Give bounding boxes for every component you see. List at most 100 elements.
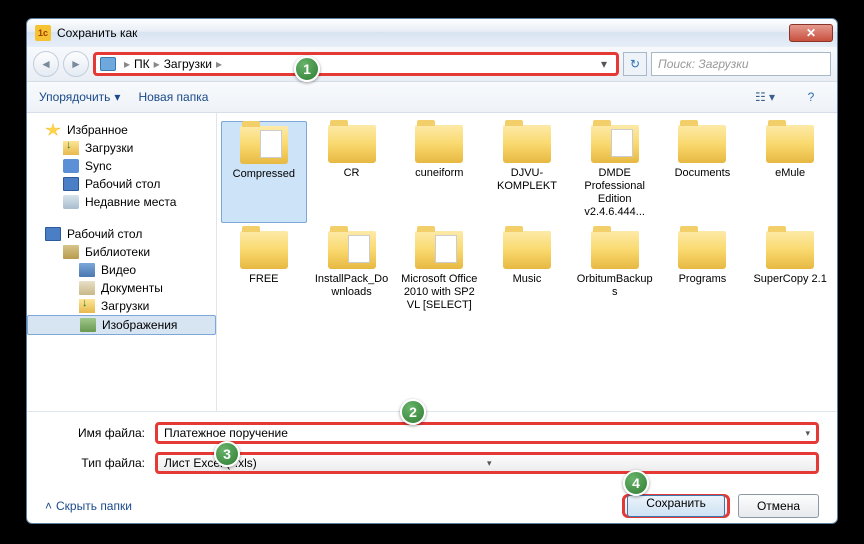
folder-label: InstallPack_Downloads bbox=[312, 273, 392, 299]
sidebar-libraries[interactable]: Библиотеки bbox=[27, 243, 216, 261]
chevron-down-icon[interactable]: ▾ bbox=[487, 458, 810, 469]
callout-1: 1 bbox=[294, 56, 320, 82]
callout-4: 4 bbox=[623, 470, 649, 496]
folder-item[interactable]: Music bbox=[484, 227, 570, 316]
folder-item[interactable]: eMule bbox=[747, 121, 833, 223]
sidebar-documents[interactable]: Документы bbox=[27, 279, 216, 297]
folder-label: Compressed bbox=[233, 168, 295, 181]
chevron-right-icon: ▸ bbox=[122, 57, 132, 71]
help-button[interactable]: ? bbox=[797, 86, 825, 108]
sidebar-images[interactable]: Изображения bbox=[27, 315, 216, 335]
document-icon bbox=[79, 281, 95, 295]
folder-label: Documents bbox=[675, 167, 731, 180]
filename-input[interactable]: ▾ bbox=[155, 422, 819, 444]
recent-icon bbox=[63, 195, 79, 209]
folder-icon bbox=[503, 231, 551, 269]
callout-3: 3 bbox=[214, 441, 240, 467]
folder-item[interactable]: InstallPack_Downloads bbox=[309, 227, 395, 316]
organize-button[interactable]: Упорядочить ▾ bbox=[39, 90, 120, 104]
folder-icon bbox=[766, 125, 814, 163]
folder-item[interactable]: CR bbox=[309, 121, 395, 223]
form-area: Имя файла: ▾ Тип файла: Лист Excel (*.xl… bbox=[27, 412, 837, 488]
sidebar-desktop2[interactable]: Рабочий стол bbox=[27, 225, 216, 243]
chevron-right-icon: ▸ bbox=[152, 57, 162, 71]
downloads-icon bbox=[63, 141, 79, 155]
folder-label: Programs bbox=[679, 273, 727, 286]
folder-item[interactable]: Programs bbox=[660, 227, 746, 316]
chevron-up-icon: ˄ bbox=[45, 499, 52, 513]
video-icon bbox=[79, 263, 95, 277]
app-icon: 1c bbox=[35, 25, 51, 41]
view-options-button[interactable]: ☷ ▾ bbox=[751, 86, 779, 108]
images-icon bbox=[80, 318, 96, 332]
folder-icon bbox=[328, 231, 376, 269]
folder-item[interactable]: cuneiform bbox=[396, 121, 482, 223]
navbar: ◄ ► ▸ ПК ▸ Загрузки ▸ ▾ ↻ Поиск: Загрузк… bbox=[27, 47, 837, 81]
folder-item[interactable]: SuperCopy 2.1 bbox=[747, 227, 833, 316]
chevron-down-icon: ▾ bbox=[114, 90, 120, 104]
forward-button[interactable]: ► bbox=[63, 51, 89, 77]
folder-label: OrbitumBackups bbox=[575, 273, 655, 299]
file-pane[interactable]: Compressed CR cuneiform DJVU-KOMPLEKT DMDE P… bbox=[217, 113, 837, 411]
sidebar-sync[interactable]: Sync bbox=[27, 157, 216, 175]
downloads-icon bbox=[79, 299, 95, 313]
filename-field[interactable] bbox=[164, 426, 805, 440]
computer-icon bbox=[100, 57, 116, 71]
sidebar-desktop[interactable]: Рабочий стол bbox=[27, 175, 216, 193]
folder-label: Microsoft Office 2010 with SP2 VL [SELEC… bbox=[399, 273, 479, 312]
search-placeholder: Поиск: Загрузки bbox=[658, 57, 749, 71]
sidebar-downloads2[interactable]: Загрузки bbox=[27, 297, 216, 315]
close-button[interactable]: ✕ bbox=[789, 24, 833, 42]
chevron-down-icon[interactable]: ▾ bbox=[805, 428, 810, 439]
search-input[interactable]: Поиск: Загрузки bbox=[651, 52, 831, 76]
folder-label: DMDE Professional Edition v2.4.6.444... bbox=[575, 167, 655, 219]
folder-icon bbox=[328, 125, 376, 163]
folder-item[interactable]: OrbitumBackups bbox=[572, 227, 658, 316]
titlebar[interactable]: 1c Сохранить как ✕ bbox=[27, 19, 837, 47]
sidebar-favorites[interactable]: Избранное bbox=[27, 121, 216, 139]
folder-icon bbox=[678, 231, 726, 269]
window-title: Сохранить как bbox=[57, 26, 789, 40]
folder-item[interactable]: DJVU-KOMPLEKT bbox=[484, 121, 570, 223]
hide-folders-toggle[interactable]: ˄ Скрыть папки bbox=[45, 499, 132, 513]
sidebar-recent[interactable]: Недавние места bbox=[27, 193, 216, 211]
breadcrumb-root[interactable]: ПК bbox=[134, 57, 150, 71]
folder-label: cuneiform bbox=[415, 167, 463, 180]
libraries-icon bbox=[63, 245, 79, 259]
back-button[interactable]: ◄ bbox=[33, 51, 59, 77]
folder-icon bbox=[240, 126, 288, 164]
folder-item[interactable]: Microsoft Office 2010 with SP2 VL [SELEC… bbox=[396, 227, 482, 316]
breadcrumb-folder[interactable]: Загрузки bbox=[164, 57, 212, 71]
folder-label: eMule bbox=[775, 167, 805, 180]
folder-item[interactable]: Documents bbox=[660, 121, 746, 223]
folder-icon bbox=[240, 231, 288, 269]
callout-2: 2 bbox=[400, 399, 426, 425]
sidebar-videos[interactable]: Видео bbox=[27, 261, 216, 279]
folder-label: FREE bbox=[249, 273, 278, 286]
folder-label: Music bbox=[513, 273, 542, 286]
sidebar: Избранное Загрузки Sync Рабочий стол Нед… bbox=[27, 113, 217, 411]
save-button[interactable]: Сохранить bbox=[627, 495, 725, 517]
breadcrumb-dropdown-icon[interactable]: ▾ bbox=[596, 57, 612, 71]
footer: ˄ Скрыть папки Сохранить Отмена bbox=[27, 488, 837, 530]
folder-icon bbox=[678, 125, 726, 163]
folder-label: CR bbox=[344, 167, 360, 180]
folder-icon bbox=[591, 125, 639, 163]
refresh-button[interactable]: ↻ bbox=[623, 52, 647, 76]
folder-icon bbox=[591, 231, 639, 269]
filetype-select[interactable]: Лист Excel (*.xls) ▾ bbox=[155, 452, 819, 474]
new-folder-button[interactable]: Новая папка bbox=[138, 90, 208, 104]
toolbar: Упорядочить ▾ Новая папка ☷ ▾ ? bbox=[27, 81, 837, 113]
folder-item[interactable]: FREE bbox=[221, 227, 307, 316]
dialog-body: Избранное Загрузки Sync Рабочий стол Нед… bbox=[27, 113, 837, 411]
folder-item[interactable]: DMDE Professional Edition v2.4.6.444... bbox=[572, 121, 658, 223]
desktop-icon bbox=[63, 177, 79, 191]
folder-label: DJVU-KOMPLEKT bbox=[487, 167, 567, 193]
chevron-right-icon: ▸ bbox=[214, 57, 224, 71]
sidebar-downloads[interactable]: Загрузки bbox=[27, 139, 216, 157]
folder-item[interactable]: Compressed bbox=[221, 121, 307, 223]
filetype-label: Тип файла: bbox=[45, 456, 155, 470]
cancel-button[interactable]: Отмена bbox=[738, 494, 819, 518]
filetype-value: Лист Excel (*.xls) bbox=[164, 456, 487, 470]
breadcrumb[interactable]: ▸ ПК ▸ Загрузки ▸ ▾ bbox=[93, 52, 619, 76]
